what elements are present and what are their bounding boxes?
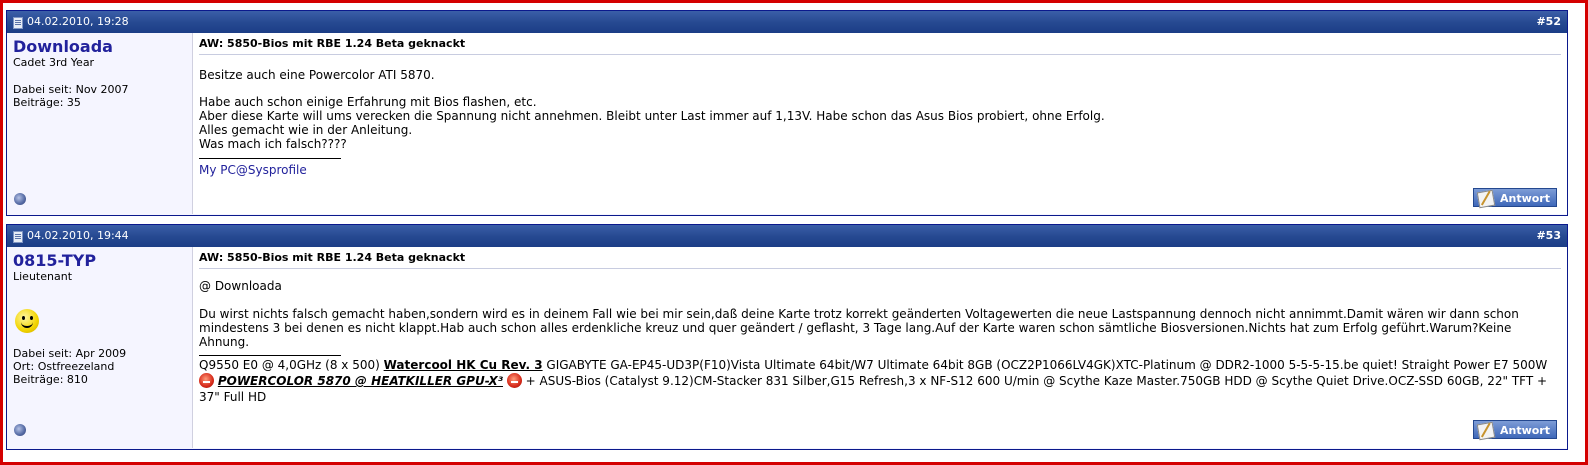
user-joined: Dabei seit: Apr 2009 xyxy=(13,347,127,360)
online-status-icon xyxy=(14,424,26,436)
reply-button-label: Antwort xyxy=(1499,192,1550,205)
post-52: 04.02.2010, 19:28 #52 Downloada Cadet 3r… xyxy=(6,10,1568,216)
post-text-line: Habe auch schon einige Erfahrung mit Bio… xyxy=(199,95,537,109)
username-link[interactable]: Downloada xyxy=(13,37,113,56)
user-rank: Cadet 3rd Year xyxy=(13,56,95,69)
user-rank: Lieutenant xyxy=(13,270,73,283)
post-title: AW: 5850-Bios mit RBE 1.24 Beta geknackt xyxy=(199,251,466,264)
devil-smiley-icon xyxy=(506,373,522,388)
post-text-paragraph: Du wirst nichts falsch gemacht haben,son… xyxy=(199,307,1519,349)
reply-button[interactable]: Antwort xyxy=(1473,188,1557,209)
title-divider xyxy=(199,54,1561,55)
user-sidebar: Downloada Cadet 3rd Year Dabei seit: Nov… xyxy=(7,33,193,214)
user-post-count: Beiträge: 35 xyxy=(13,96,81,109)
signature-divider xyxy=(199,355,341,356)
post-header: 04.02.2010, 19:28 #52 xyxy=(7,11,1567,33)
post-text-line: @ Downloada xyxy=(199,279,282,293)
post-content: AW: 5850-Bios mit RBE 1.24 Beta geknackt… xyxy=(193,33,1567,214)
user-post-count: Beiträge: 810 xyxy=(13,373,88,386)
post-number-link[interactable]: #53 xyxy=(1536,225,1561,247)
reply-button[interactable]: Antwort xyxy=(1473,420,1557,441)
post-title: AW: 5850-Bios mit RBE 1.24 Beta geknackt xyxy=(199,37,466,50)
edit-pen-icon xyxy=(1476,189,1496,209)
post-date: 04.02.2010, 19:44 xyxy=(27,229,129,242)
reply-button-label: Antwort xyxy=(1499,424,1550,437)
post-53: 04.02.2010, 19:44 #53 0815-TYP Lieutenan… xyxy=(6,224,1568,450)
post-icon xyxy=(13,231,23,243)
post-text-line: Alles gemacht wie in der Anleitung. xyxy=(199,123,413,137)
title-divider xyxy=(199,268,1561,269)
post-header: 04.02.2010, 19:44 #53 xyxy=(7,225,1567,247)
user-joined: Dabei seit: Nov 2007 xyxy=(13,83,129,96)
devil-smiley-icon xyxy=(199,373,214,388)
post-number-link[interactable]: #52 xyxy=(1536,11,1561,33)
username-link[interactable]: 0815-TYP xyxy=(13,251,96,270)
user-location: Ort: Ostfreezeland xyxy=(13,360,115,373)
post-text-line: Aber diese Karte will ums verecken die S… xyxy=(199,109,1105,123)
post-icon xyxy=(13,17,23,29)
signature-link[interactable]: My PC@Sysprofile xyxy=(199,163,307,177)
post-date: 04.02.2010, 19:28 xyxy=(27,15,129,28)
user-sidebar: 0815-TYP Lieutenant Dabei seit: Apr 2009… xyxy=(7,247,193,448)
signature-part: GIGABYTE GA-EP45-UD3P(F10)Vista Ultimate… xyxy=(542,358,1548,372)
signature-text: Q9550 E0 @ 4,0GHz (8 x 500) Watercool HK… xyxy=(199,357,1555,405)
signature-link-powercolor[interactable]: POWERCOLOR 5870 @ HEATKILLER GPU-X³ xyxy=(218,374,503,388)
post-text-line: Was mach ich falsch???? xyxy=(199,137,347,151)
signature-part: Q9550 E0 @ 4,0GHz (8 x 500) xyxy=(199,358,384,372)
edit-pen-icon xyxy=(1476,421,1496,441)
signature-link-watercool[interactable]: Watercool HK Cu Rev. 3 xyxy=(384,358,543,372)
post-text-line: Besitze auch eine Powercolor ATI 5870. xyxy=(199,68,435,82)
user-avatar-smiley-icon xyxy=(15,309,39,333)
signature-divider xyxy=(199,158,341,159)
online-status-icon xyxy=(14,193,26,205)
post-content: AW: 5850-Bios mit RBE 1.24 Beta geknackt… xyxy=(193,247,1567,448)
